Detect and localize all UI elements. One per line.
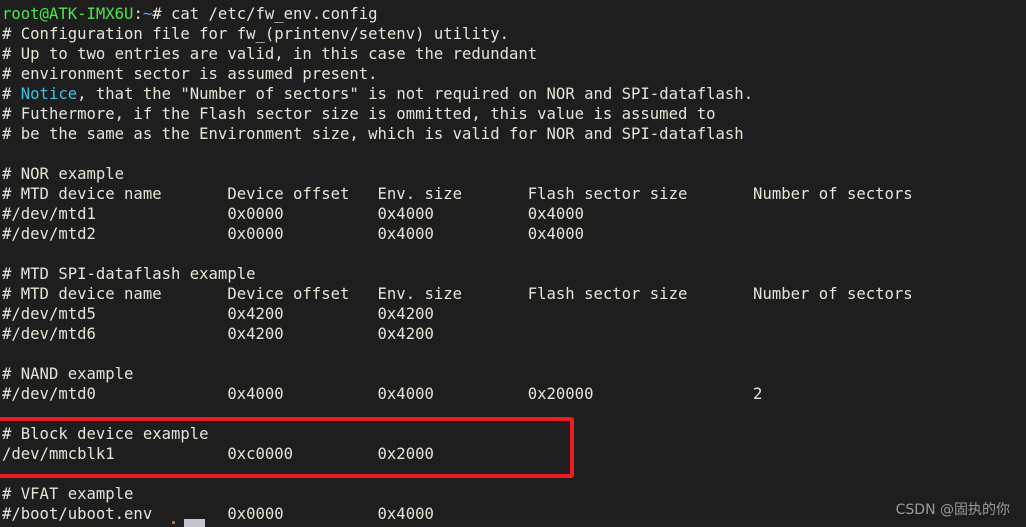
terminal-cursor [184,519,205,527]
output-line-block-device-comment: # Block device example [2,424,1026,444]
line-text: /dev/mmcblk1 0xc0000 0x2000 [2,445,434,463]
line-text: # Up to two entries are valid, in this c… [2,45,538,63]
terminal-screen: root@ATK-IMX6U:~# cat /etc/fw_env.config… [0,0,1026,527]
output-line: #/dev/mtd1 0x0000 0x4000 0x4000 [2,204,1026,224]
output-line: # MTD SPI-dataflash example [2,264,1026,284]
prompt-path: ~ [142,5,153,23]
output-line-header: # MTD device name Device offset Env. siz… [2,284,1026,304]
output-line-blank [2,144,1026,164]
prompt-user-host: root@ATK-IMX6U [2,5,134,23]
line-text: # MTD device name Device offset Env. siz… [2,185,913,203]
terminal-output[interactable]: root@ATK-IMX6U:~# cat /etc/fw_env.config… [2,4,1026,524]
output-line: # be the same as the Environment size, w… [2,124,1026,144]
line-text: # be the same as the Environment size, w… [2,125,744,143]
output-line: #/dev/mtd2 0x0000 0x4000 0x4000 [2,224,1026,244]
line-text: # VFAT example [2,485,134,503]
output-line: # environment sector is assumed present. [2,64,1026,84]
output-line-header: # MTD device name Device offset Env. siz… [2,184,1026,204]
output-line-blank [2,464,1026,484]
line-text: # MTD SPI-dataflash example [2,265,256,283]
output-line: # NOR example [2,164,1026,184]
line-text: # MTD device name Device offset Env. siz… [2,285,913,303]
line-text: #/dev/mtd5 0x4200 0x4200 [2,305,434,323]
prompt-command: # cat /etc/fw_env.config [152,5,378,23]
line-text: # Configuration file for fw_(printenv/se… [2,25,509,43]
line-text: # environment sector is assumed present. [2,65,378,83]
notice-rest: , that the "Number of sectors" is not re… [77,85,754,103]
prompt-colon: : [133,5,143,23]
line-text: # NAND example [2,365,134,383]
line-text: #/dev/mtd0 0x4000 0x4000 0x20000 2 [2,385,763,403]
notice-prefix: # [2,85,21,103]
output-line: # Configuration file for fw_(printenv/se… [2,24,1026,44]
notice-keyword: Notice [20,85,78,103]
output-line: #/dev/mtd6 0x4200 0x4200 [2,324,1026,344]
output-line: #/dev/mtd5 0x4200 0x4200 [2,304,1026,324]
output-line-blank [2,244,1026,264]
output-line: # VFAT example [2,484,1026,504]
watermark-text: CSDN @固执的你 [895,502,1010,518]
output-line: # Up to two entries are valid, in this c… [2,44,1026,64]
output-line: #/dev/mtd0 0x4000 0x4000 0x20000 2 [2,384,1026,404]
output-line-blank [2,344,1026,364]
output-line-notice: # Notice, that the "Number of sectors" i… [2,84,1026,104]
line-text: #/dev/mtd6 0x4200 0x4200 [2,325,434,343]
line-text: #/dev/mtd2 0x0000 0x4000 0x4000 [2,225,585,243]
terminal-prompt-line: root@ATK-IMX6U:~# cat /etc/fw_env.config [2,4,1026,24]
output-line: #/boot/uboot.env 0x0000 0x4000 [2,504,1026,524]
output-line-blank [2,404,1026,424]
output-line-mmcblk1-entry: /dev/mmcblk1 0xc0000 0x2000 [2,444,1026,464]
line-text: # Block device example [2,425,209,443]
output-line: # NAND example [2,364,1026,384]
line-text: #/dev/mtd1 0x0000 0x4000 0x4000 [2,205,585,223]
line-text: # Futhermore, if the Flash sector size i… [2,105,716,123]
output-line: # Futhermore, if the Flash sector size i… [2,104,1026,124]
terminal-cursor-artifact [172,521,175,524]
line-text: #/boot/uboot.env 0x0000 0x4000 [2,505,434,523]
line-text: # NOR example [2,165,125,183]
